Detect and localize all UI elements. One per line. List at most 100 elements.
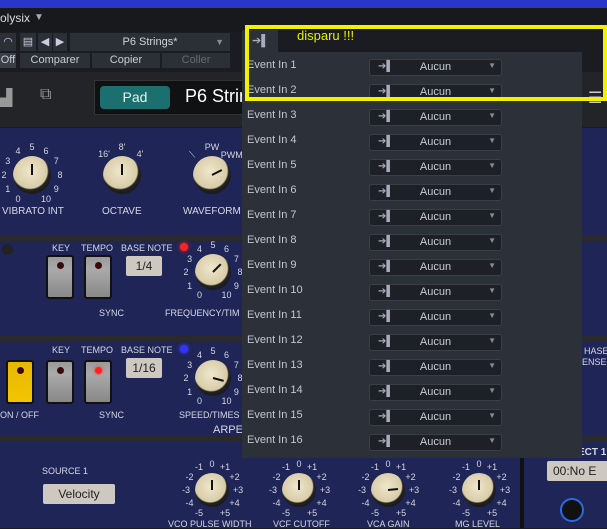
knob-pointer (212, 377, 224, 382)
led (57, 367, 64, 374)
frequency-label: FREQUENCY/TIM (165, 308, 240, 318)
event-in-dropdown[interactable]: ➔▌ Aucun ▼ (369, 159, 502, 176)
prev-preset-button[interactable]: ◀ (38, 33, 52, 51)
lfo-led (180, 243, 188, 251)
vcf-knob[interactable] (282, 473, 316, 507)
event-in-label: Event In 6 (247, 184, 297, 196)
compare-button[interactable]: Comparer (20, 53, 90, 68)
chevron-down-icon: ▼ (488, 386, 496, 395)
knob-scale-label: 7 (53, 156, 59, 166)
preset-list-icon[interactable]: ▤ (20, 33, 36, 51)
knob-scale-label: -2 (361, 472, 370, 482)
event-in-dropdown[interactable]: ➔▌ Aucun ▼ (369, 259, 502, 276)
title-bar (0, 0, 607, 8)
led (95, 367, 102, 374)
knob-scale-label: 3 (187, 359, 193, 370)
event-in-value: Aucun (419, 211, 452, 223)
event-in-dropdown[interactable]: ➔▌ Aucun ▼ (369, 184, 502, 201)
knob-scale-label: 1 (187, 280, 193, 291)
knob-scale-label: +5 (219, 507, 231, 518)
knob-scale-label: +3 (319, 485, 331, 495)
knob-scale-label: 0 (209, 459, 215, 469)
knob-scale-label: -2 (185, 472, 194, 482)
knob-scale-label: +2 (229, 472, 240, 482)
event-in-dropdown[interactable]: ➔▌ Aucun ▼ (369, 109, 502, 126)
lfo-key-button[interactable] (46, 255, 74, 299)
chevron-down-icon: ▼ (215, 37, 224, 47)
on-off-label: ON / OFF (0, 410, 39, 420)
plugin-name[interactable]: olysix (0, 11, 30, 25)
preset-selector[interactable]: P6 Strings* ▼ (70, 33, 230, 51)
knob-pointer (212, 263, 222, 273)
knob-scale-label: 5 (210, 240, 216, 250)
event-in-value: Aucun (419, 136, 452, 148)
knob-scale-label: PWM (220, 150, 243, 161)
event-in-label: Event In 4 (247, 134, 297, 146)
waveform-knob[interactable] (193, 156, 231, 194)
chevron-down-icon: ▼ (488, 336, 496, 345)
chevron-down-icon[interactable]: ▼ (34, 12, 44, 23)
power-icon[interactable]: ◠ (0, 33, 16, 51)
octave-knob[interactable] (103, 156, 141, 194)
arp-tempo-button[interactable] (84, 360, 112, 404)
effect-knob[interactable] (560, 498, 584, 522)
arp-base-note[interactable]: 1/16 (126, 358, 162, 378)
knob-pointer (211, 479, 213, 490)
event-in-dropdown[interactable]: ➔▌ Aucun ▼ (369, 384, 502, 401)
event-in-value: Aucun (419, 161, 452, 173)
knob-scale-label: -5 (461, 507, 471, 518)
event-in-dropdown[interactable]: ➔▌ Aucun ▼ (369, 134, 502, 151)
chevron-down-icon: ▼ (488, 411, 496, 420)
arp-on-off-button[interactable] (6, 360, 34, 404)
event-in-dropdown[interactable]: ➔▌ Aucun ▼ (369, 209, 502, 226)
knob-scale-label: 6 (223, 243, 230, 254)
speed-knob[interactable] (195, 360, 231, 396)
knob-scale-label: -2 (452, 472, 461, 482)
event-in-dropdown[interactable]: ➔▌ Aucun ▼ (369, 409, 502, 426)
knob-scale-label: 5 (29, 142, 35, 152)
lfo-base-note[interactable]: 1/4 (126, 256, 162, 276)
category-pad-button[interactable]: Pad (100, 86, 170, 109)
vibrato-int-label: VIBRATO INT (2, 206, 64, 217)
event-in-value: Aucun (419, 361, 452, 373)
off-button[interactable]: Off (0, 53, 16, 68)
chevron-down-icon: ▼ (488, 111, 496, 120)
lfo-tempo-button[interactable] (84, 255, 112, 299)
freq-knob[interactable] (195, 254, 231, 290)
knob-scale-label: +3 (232, 485, 244, 495)
event-in-label: Event In 11 (247, 309, 302, 321)
event-in-dropdown[interactable]: ➔▌ Aucun ▼ (369, 359, 502, 376)
source-select[interactable]: Velocity (43, 484, 115, 504)
mg-knob[interactable] (462, 473, 496, 507)
event-in-dropdown[interactable]: ➔▌ Aucun ▼ (369, 234, 502, 251)
event-in-dropdown[interactable]: ➔▌ Aucun ▼ (369, 334, 502, 351)
knob-scale-label: 0 (196, 396, 203, 407)
save-icon[interactable]: ▟ (0, 88, 12, 108)
copy-button[interactable]: Copier (92, 53, 160, 68)
save-as-icon[interactable]: ⧉ (40, 86, 51, 104)
knob-scale-label: 4' (136, 148, 144, 159)
knob-scale-label: +3 (499, 485, 511, 495)
paste-button[interactable]: Coller (162, 53, 230, 68)
event-in-dropdown[interactable]: ➔▌ Aucun ▼ (369, 284, 502, 301)
knob-scale-label: -5 (194, 507, 204, 518)
effect-label: ECT 1 (578, 447, 607, 458)
vibrato-knob[interactable] (13, 156, 51, 194)
knob-scale-label: -1 (370, 462, 380, 473)
knob-scale-label: 0 (385, 459, 391, 469)
knob-scale-label: +4 (229, 498, 240, 508)
knob-scale-label: +4 (405, 498, 416, 508)
event-in-dropdown[interactable]: ➔▌ Aucun ▼ (369, 309, 502, 326)
knob-scale-label: 4 (196, 243, 203, 254)
event-in-value: Aucun (419, 386, 452, 398)
effect-select[interactable]: 00:No E (547, 461, 607, 481)
knob-scale-label: +5 (306, 507, 318, 518)
next-preset-button[interactable]: ▶ (53, 33, 67, 51)
event-in-dropdown[interactable]: ➔▌ Aucun ▼ (369, 434, 502, 451)
knob-pointer (121, 163, 123, 175)
arp-key-button[interactable] (46, 360, 74, 404)
ensemble-label: ENSEM (582, 357, 607, 367)
vca-knob[interactable] (371, 473, 405, 507)
vcopw-knob[interactable] (195, 473, 229, 507)
led (95, 262, 102, 269)
